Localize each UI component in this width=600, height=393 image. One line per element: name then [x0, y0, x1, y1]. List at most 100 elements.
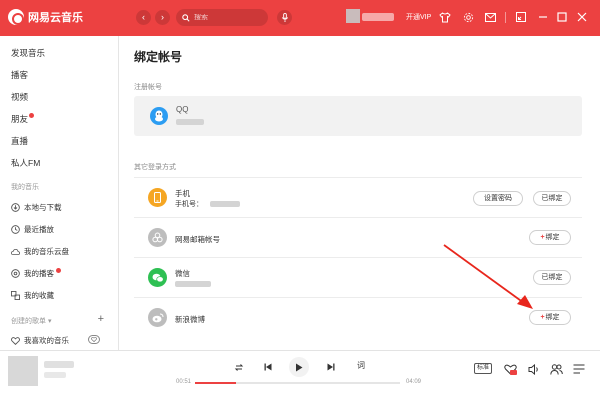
podcast-icon: [11, 269, 20, 278]
registered-account-name: QQ: [176, 105, 189, 114]
sidebar: 发现音乐 播客 视频 朋友 直播 私人FM 我的音乐 本地与下载 最近播放 我的…: [0, 36, 119, 350]
add-playlist-button[interactable]: +: [98, 313, 104, 325]
sidebar-item-cloud[interactable]: 我的音乐云盘: [11, 246, 69, 257]
maximize-icon: [557, 12, 567, 22]
sidebar-item-video[interactable]: 视频: [11, 91, 28, 103]
weibo-bind-button[interactable]: +绑定: [529, 310, 571, 325]
messages-button[interactable]: [483, 10, 497, 24]
netease-logo-icon: [8, 9, 24, 25]
bind-label: 绑定: [545, 234, 560, 241]
phone-number-label: 手机号：: [175, 201, 203, 208]
sound-effect-button[interactable]: [503, 362, 517, 376]
phone-icon: [148, 188, 167, 207]
search-box[interactable]: [176, 9, 268, 26]
microphone-icon: [281, 13, 288, 22]
playlist-icon: [573, 364, 585, 374]
lyrics-button[interactable]: 词: [357, 360, 365, 371]
sidebar-item-my-podcast[interactable]: 我的播客: [11, 268, 61, 279]
download-icon: [11, 203, 20, 212]
phone-number-redacted: [210, 201, 240, 207]
artist-redacted[interactable]: [44, 372, 66, 378]
binding-row-phone: 手机 手机号： 设置密码 已绑定: [134, 177, 582, 217]
chevron-down-icon: ▾: [47, 318, 52, 325]
total-time: 04:09: [406, 379, 422, 385]
phone-bound-button[interactable]: 已绑定: [533, 191, 571, 206]
main-content: 绑定帐号 注册帐号 QQ 其它登录方式 手机 手机号： 设置密码 已绑定 网易邮…: [120, 36, 600, 350]
sidebar-item-label: 直播: [11, 136, 29, 146]
sidebar-item-liked-music[interactable]: 我喜欢的音乐: [11, 335, 69, 346]
registered-id-redacted: [176, 119, 204, 125]
page-title: 绑定帐号: [134, 50, 183, 64]
app-logo[interactable]: 网易云音乐: [8, 9, 83, 25]
minimize-button[interactable]: [536, 10, 550, 24]
set-password-button[interactable]: 设置密码: [473, 191, 523, 206]
back-button[interactable]: ‹: [136, 10, 151, 25]
sidebar-item-discover[interactable]: 发现音乐: [11, 47, 45, 59]
registered-account-card: QQ: [134, 96, 582, 136]
skin-button[interactable]: [438, 10, 452, 24]
user-avatar[interactable]: [346, 9, 360, 23]
title-bar: 网易云音乐 ‹ › 开通VIP: [0, 0, 600, 36]
progress-fill: [195, 382, 236, 384]
song-title-redacted[interactable]: [44, 361, 74, 368]
sidebar-item-recent[interactable]: 最近播放: [11, 224, 54, 235]
annotation-arrow: [443, 244, 533, 309]
plus-icon: +: [540, 314, 545, 321]
vip-link[interactable]: 开通VIP: [406, 12, 431, 22]
close-button[interactable]: [575, 10, 589, 24]
my-music-heading: 我的音乐: [11, 184, 39, 191]
mini-mode-button[interactable]: [514, 10, 528, 24]
sidebar-item-local-download[interactable]: 本地与下载: [11, 202, 62, 213]
heart-icon: [91, 337, 97, 342]
registered-account-label: 注册帐号: [134, 84, 162, 91]
notification-dot: [29, 113, 35, 118]
previous-icon: [264, 363, 272, 371]
volume-button[interactable]: [527, 362, 541, 376]
close-icon: [577, 12, 587, 22]
wechat-bound-button[interactable]: 已绑定: [533, 270, 571, 285]
users-icon: [549, 363, 563, 375]
sidebar-item-collection[interactable]: 我的收藏: [11, 290, 54, 301]
search-input[interactable]: [194, 14, 264, 21]
sidebar-item-label: 我的收藏: [24, 291, 54, 300]
playlist-button[interactable]: [572, 362, 586, 376]
wechat-icon: [148, 268, 167, 287]
album-cover[interactable]: [8, 356, 38, 386]
progress-bar[interactable]: [195, 382, 400, 384]
sidebar-item-podcast[interactable]: 播客: [11, 69, 28, 81]
weibo-icon: [148, 308, 167, 327]
sidebar-item-fm[interactable]: 私人FM: [11, 157, 40, 169]
clock-icon: [11, 225, 20, 234]
volume-icon: [528, 363, 538, 375]
maximize-button[interactable]: [555, 10, 569, 24]
sidebar-item-live[interactable]: 直播: [11, 135, 28, 147]
settings-button[interactable]: [461, 10, 475, 24]
next-icon: [327, 363, 335, 371]
sidebar-item-label: 视频: [11, 92, 29, 102]
sidebar-item-label: 朋友: [11, 114, 29, 124]
sidebar-item-label: 本地与下载: [24, 203, 62, 212]
loop-icon: [234, 363, 244, 371]
voice-search-button[interactable]: [277, 10, 292, 25]
forward-button[interactable]: ›: [155, 10, 170, 25]
binding-label: 新浪微博: [175, 315, 205, 324]
next-button[interactable]: [325, 361, 337, 373]
plus-icon: +: [540, 234, 545, 241]
separator: [505, 12, 506, 23]
play-icon: [296, 363, 303, 371]
previous-button[interactable]: [262, 361, 274, 373]
user-name-redacted[interactable]: [362, 13, 394, 21]
sidebar-item-friends[interactable]: 朋友: [11, 113, 35, 125]
quality-button[interactable]: 标准: [474, 363, 492, 374]
sidebar-item-label: 最近播放: [24, 225, 54, 234]
heartbeat-mode-button[interactable]: [88, 335, 100, 344]
sidebar-item-label: 私人FM: [11, 158, 41, 168]
sidebar-item-label: 播客: [11, 70, 29, 80]
listen-together-button[interactable]: [549, 362, 563, 376]
play-button[interactable]: [289, 357, 309, 377]
app-name: 网易云音乐: [28, 12, 83, 24]
loop-mode-button[interactable]: [233, 361, 245, 373]
created-playlists-heading[interactable]: 创建的歌单 ▾: [11, 316, 51, 326]
other-login-label: 其它登录方式: [134, 164, 176, 171]
collect-icon: [11, 291, 20, 300]
